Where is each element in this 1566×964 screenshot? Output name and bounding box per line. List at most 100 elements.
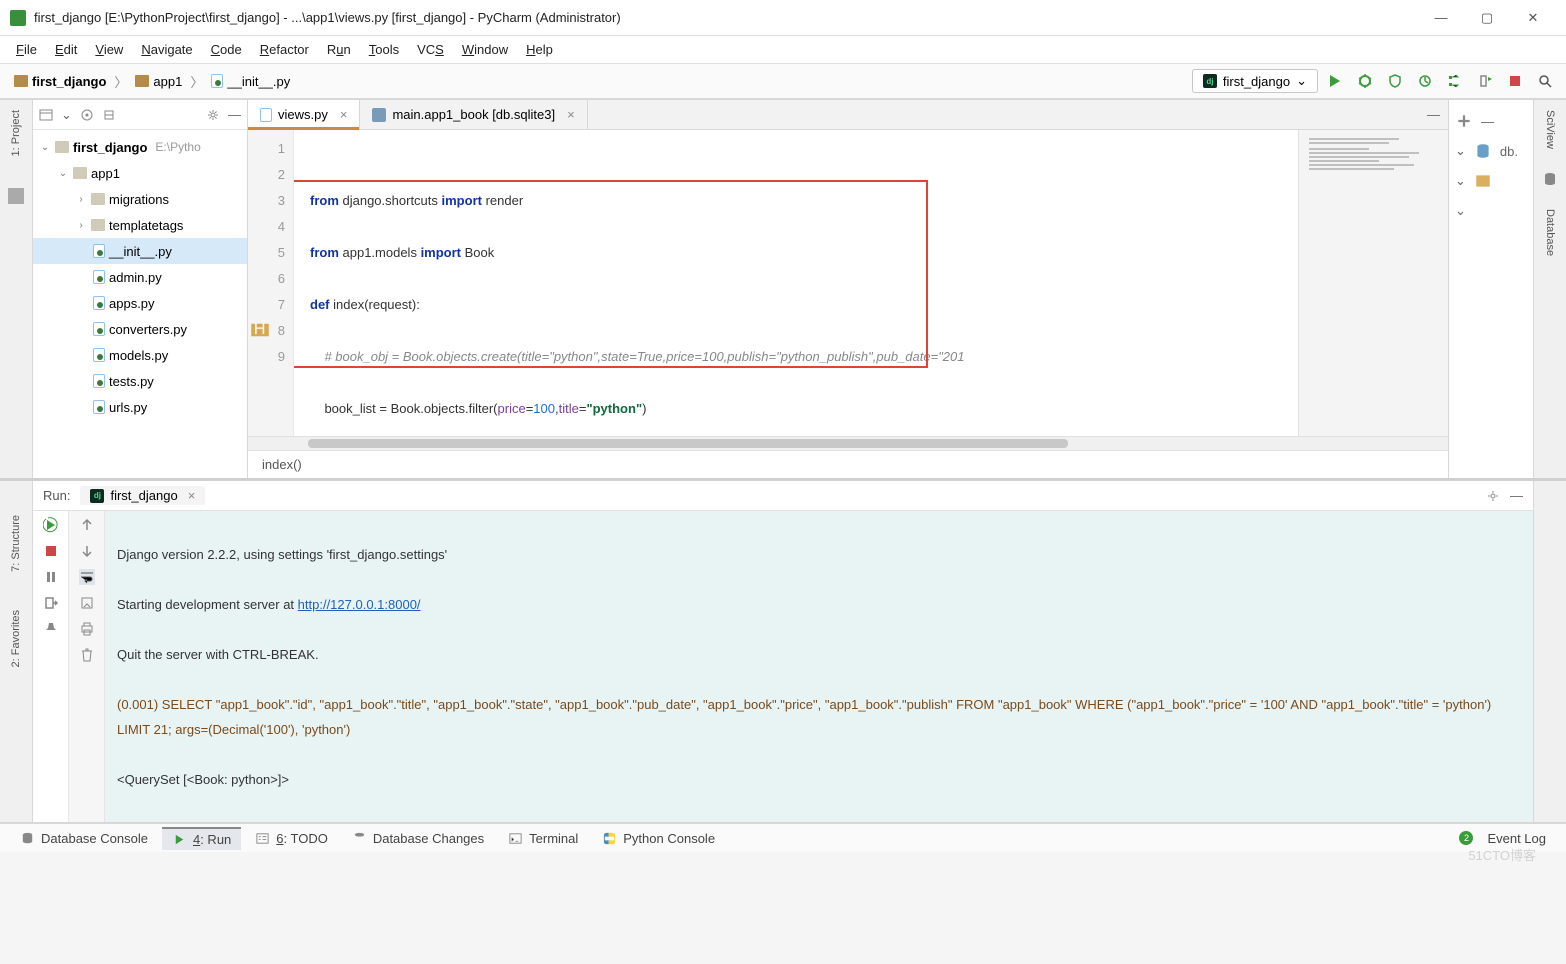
run-button[interactable] (1322, 68, 1348, 94)
concurrency-button[interactable] (1442, 68, 1468, 94)
tree-file-admin[interactable]: admin.py (33, 264, 247, 290)
pause-icon[interactable] (43, 569, 59, 585)
gear-icon[interactable] (1486, 489, 1500, 503)
close-icon[interactable]: × (188, 488, 196, 503)
tree-root[interactable]: ⌄first_djangoE:\Pytho (33, 134, 247, 160)
status-database-console[interactable]: Database Console (10, 828, 158, 849)
database-panel: — ⌄db. ⌄ ⌄ (1448, 100, 1533, 478)
db-add[interactable]: — (1455, 106, 1527, 136)
breadcrumb-app1[interactable]: app1 (129, 72, 188, 91)
breadcrumb-file[interactable]: __init__.py (205, 72, 296, 91)
down-icon[interactable] (79, 543, 95, 559)
html-marker-icon[interactable]: H (250, 320, 270, 336)
status-db-changes[interactable]: Database Changes (342, 828, 494, 849)
wrap-icon[interactable] (79, 569, 95, 585)
run-panel: 7: Structure 2: Favorites Run: djfirst_d… (0, 478, 1566, 822)
close-button[interactable]: ✕ (1510, 3, 1556, 33)
status-terminal[interactable]: Terminal (498, 828, 588, 849)
menu-code[interactable]: Code (203, 39, 250, 60)
hide-button[interactable]: — (1510, 488, 1523, 503)
menu-tools[interactable]: Tools (361, 39, 407, 60)
tree-path: E:\Pytho (155, 140, 200, 154)
db-collapse[interactable]: ⌄ (1455, 166, 1527, 196)
db-item[interactable]: ⌄db. (1455, 136, 1527, 166)
gear-icon[interactable] (206, 108, 220, 122)
favorites-button[interactable]: 2: Favorites (10, 606, 22, 671)
django-icon: dj (90, 489, 104, 503)
stop-icon[interactable] (43, 543, 59, 559)
attach-button[interactable] (1472, 68, 1498, 94)
editor-body[interactable]: 1 2 3 4 5 6 7 8 9 H from django.shortcut… (248, 130, 1448, 436)
debug-button[interactable] (1352, 68, 1378, 94)
tree-file-init[interactable]: __init__.py (33, 238, 247, 264)
maximize-button[interactable]: ▢ (1464, 3, 1510, 33)
console-line: (0.001) SELECT "app1_book"."id", "app1_b… (117, 692, 1521, 742)
search-button[interactable] (1532, 68, 1558, 94)
menu-navigate[interactable]: Navigate (133, 39, 200, 60)
profile-button[interactable] (1412, 68, 1438, 94)
minimap[interactable] (1298, 130, 1448, 436)
hide-button[interactable]: — (1427, 107, 1440, 122)
stop-button[interactable] (1502, 68, 1528, 94)
menu-vcs[interactable]: VCS (409, 39, 452, 60)
chevron-down-icon[interactable]: ⌄ (61, 107, 72, 123)
tree-templatetags[interactable]: ›templatetags (33, 212, 247, 238)
sciview-button[interactable]: SciView (1544, 106, 1556, 153)
function-breadcrumb[interactable]: index() (248, 450, 1448, 478)
status-todo[interactable]: 6: TODO (245, 828, 338, 849)
close-icon[interactable]: × (567, 107, 575, 122)
menu-window[interactable]: Window (454, 39, 516, 60)
tab-views[interactable]: views.py× (248, 100, 360, 129)
collapse-icon[interactable] (102, 108, 116, 122)
menu-view[interactable]: View (87, 39, 131, 60)
tree-migrations[interactable]: ›migrations (33, 186, 247, 212)
structure-button[interactable]: 7: Structure (10, 511, 22, 576)
scroll-icon[interactable] (79, 595, 95, 611)
up-icon[interactable] (79, 517, 95, 533)
tree-label: urls.py (109, 400, 147, 415)
hide-button[interactable]: — (228, 107, 241, 122)
rerun-icon[interactable] (43, 517, 59, 533)
tree-file-tests[interactable]: tests.py (33, 368, 247, 394)
server-url-link[interactable]: http://127.0.0.1:8000/ (298, 597, 421, 612)
project-view-icon[interactable] (39, 108, 53, 122)
minimize-button[interactable]: — (1418, 3, 1464, 33)
right-gutter: SciView Database (1533, 100, 1566, 478)
project-toolwindow-button[interactable]: 1: Project (10, 106, 22, 160)
line-number: 1 (248, 136, 285, 162)
run-config-label: first_django (1223, 74, 1290, 89)
bookmark-icon[interactable] (8, 188, 24, 204)
menu-help[interactable]: Help (518, 39, 561, 60)
project-tree[interactable]: ⌄first_djangoE:\Pytho ⌄app1 ›migrations … (33, 130, 247, 478)
pin-icon[interactable] (43, 621, 59, 637)
menu-file[interactable]: File (8, 39, 45, 60)
console-line: Quit the server with CTRL-BREAK. (117, 642, 1521, 667)
trash-icon[interactable] (79, 647, 95, 663)
menu-run[interactable]: Run (319, 39, 359, 60)
target-icon[interactable] (80, 108, 94, 122)
menu-refactor[interactable]: Refactor (252, 39, 317, 60)
console-output[interactable]: Django version 2.2.2, using settings 'fi… (105, 511, 1533, 822)
close-icon[interactable]: × (340, 107, 348, 122)
database-icon[interactable] (1542, 171, 1558, 187)
tree-file-urls[interactable]: urls.py (33, 394, 247, 420)
coverage-button[interactable] (1382, 68, 1408, 94)
tree-file-apps[interactable]: apps.py (33, 290, 247, 316)
tab-db[interactable]: main.app1_book [db.sqlite3]× (360, 100, 587, 129)
run-tab[interactable]: djfirst_django× (80, 486, 205, 505)
tree-file-converters[interactable]: converters.py (33, 316, 247, 342)
print-icon[interactable] (79, 621, 95, 637)
code-area[interactable]: from django.shortcuts import render from… (294, 130, 1298, 436)
menu-edit[interactable]: Edit (47, 39, 85, 60)
db-chevron[interactable]: ⌄ (1455, 196, 1527, 226)
horizontal-scrollbar[interactable] (248, 436, 1448, 450)
database-button[interactable]: Database (1544, 205, 1556, 260)
run-config-selector[interactable]: dj first_django ⌄ (1192, 69, 1318, 93)
status-python-console[interactable]: Python Console (592, 828, 725, 849)
editor-tabs: views.py× main.app1_book [db.sqlite3]× — (248, 100, 1448, 130)
breadcrumb-root[interactable]: first_django (8, 72, 112, 91)
status-run[interactable]: 4: Run (162, 827, 241, 850)
exit-icon[interactable] (43, 595, 59, 611)
tree-app1[interactable]: ⌄app1 (33, 160, 247, 186)
tree-file-models[interactable]: models.py (33, 342, 247, 368)
